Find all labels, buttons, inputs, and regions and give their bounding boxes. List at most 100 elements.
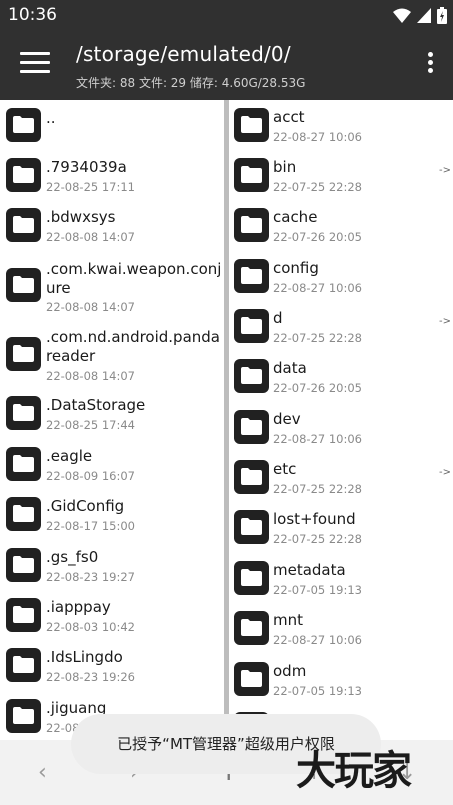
file-date: 22-08-08 14:07 — [46, 230, 135, 244]
clock: 10:36 — [8, 5, 57, 25]
list-item[interactable]: metadata 22-07-05 19:13 — [229, 553, 453, 603]
list-item[interactable]: cache 22-07-26 20:05 — [229, 200, 453, 250]
list-item[interactable]: mnt 22-08-27 10:06 — [229, 603, 453, 653]
folder-icon — [234, 158, 269, 192]
file-name: d — [273, 309, 283, 327]
list-item[interactable]: etc 22-07-25 22:28 -> — [229, 452, 453, 502]
file-name: .GidConfig — [46, 497, 125, 515]
list-item[interactable]: dev 22-08-27 10:06 — [229, 402, 453, 452]
app-toolbar: /storage/emulated/0/ 文件夹: 88 文件: 29 储存: … — [0, 32, 453, 100]
file-date: 22-07-25 22:28 — [273, 532, 362, 546]
file-name: bin — [273, 158, 297, 176]
list-item[interactable]: config 22-08-27 10:06 — [229, 251, 453, 301]
folder-icon — [6, 548, 41, 582]
status-icons — [393, 7, 447, 24]
file-name: config — [273, 259, 319, 277]
folder-icon — [6, 337, 41, 371]
folder-icon — [234, 460, 269, 494]
file-name: .iapppay — [46, 598, 111, 616]
folder-icon — [6, 108, 41, 142]
file-name: .eagle — [46, 447, 93, 465]
folder-icon — [6, 648, 41, 682]
file-name: data — [273, 359, 307, 377]
file-name: mnt — [273, 611, 303, 629]
list-item[interactable]: .7934039a 22-08-25 17:11 — [0, 150, 224, 200]
folder-icon — [6, 396, 41, 430]
folder-icon — [6, 268, 41, 302]
file-date: 22-08-03 10:42 — [46, 620, 135, 634]
folder-icon — [234, 108, 269, 142]
file-date: 22-08-25 17:11 — [46, 180, 135, 194]
battery-charging-icon — [437, 7, 447, 24]
list-item[interactable]: data 22-07-26 20:05 — [229, 351, 453, 401]
left-file-pane[interactable]: .. .7934039a 22-08-25 17:11 .bdwxsys 22-… — [0, 100, 224, 740]
file-name: .com.nd.android.pandareader — [46, 328, 220, 365]
hamburger-menu-icon[interactable] — [20, 52, 50, 78]
file-name: .bdwxsys — [46, 208, 116, 226]
file-name: metadata — [273, 561, 346, 579]
signal-icon — [417, 8, 431, 23]
back-button[interactable]: ‹ — [38, 760, 47, 785]
list-item[interactable]: .DataStorage 22-08-25 17:44 — [0, 388, 224, 438]
file-date: 22-08-08 14:07 — [46, 300, 135, 314]
file-name: .7934039a — [46, 158, 127, 176]
list-item[interactable]: .com.kwai.weapon.conjure 22-08-08 14:07 — [0, 252, 224, 318]
right-file-pane[interactable]: acct 22-08-27 10:06 bin 22-07-25 22:28 -… — [229, 100, 453, 740]
folder-icon — [6, 158, 41, 192]
file-date: 22-08-25 17:44 — [46, 418, 135, 432]
list-item[interactable]: .bdwxsys 22-08-08 14:07 — [0, 200, 224, 250]
file-name: dev — [273, 410, 301, 428]
folder-icon — [234, 359, 269, 393]
file-date: 22-07-25 22:28 — [273, 180, 362, 194]
folder-icon — [234, 208, 269, 242]
list-item[interactable]: .eagle 22-08-09 16:07 — [0, 439, 224, 489]
list-item[interactable]: .com.nd.android.pandareader 22-08-08 14:… — [0, 321, 224, 387]
file-name: .IdsLingdo — [46, 648, 123, 666]
list-item[interactable]: odm 22-07-05 19:13 — [229, 654, 453, 704]
folder-icon — [234, 561, 269, 595]
file-name: .. — [46, 109, 56, 127]
symlink-indicator: -> — [439, 316, 451, 327]
file-name: .com.kwai.weapon.conjure — [46, 260, 222, 297]
wifi-icon — [393, 8, 411, 23]
symlink-indicator: -> — [439, 165, 451, 176]
folder-icon — [234, 611, 269, 645]
folder-icon — [6, 598, 41, 632]
list-item[interactable]: lost+found 22-07-25 22:28 — [229, 502, 453, 552]
file-name: .gs_fs0 — [46, 548, 99, 566]
file-date: 22-07-05 19:13 — [273, 583, 362, 597]
folder-icon — [234, 410, 269, 444]
status-bar: 10:36 — [0, 0, 453, 32]
list-item[interactable]: bin 22-07-25 22:28 -> — [229, 150, 453, 200]
folder-icon — [6, 699, 41, 733]
more-vertical-icon[interactable] — [425, 52, 435, 78]
file-name: etc — [273, 460, 297, 478]
list-item[interactable]: .. — [0, 100, 224, 148]
list-item[interactable]: .iapppay 22-08-03 10:42 — [0, 590, 224, 640]
list-item[interactable]: .GidConfig 22-08-17 15:00 — [0, 489, 224, 539]
symlink-indicator: -> — [439, 467, 451, 478]
file-name: lost+found — [273, 510, 356, 528]
list-item[interactable]: .gs_fs0 22-08-23 19:27 — [0, 540, 224, 590]
list-item[interactable]: d 22-07-25 22:28 -> — [229, 301, 453, 351]
file-name: .DataStorage — [46, 396, 146, 414]
folder-icon — [234, 510, 269, 544]
watermark-logo: 大玩家 — [296, 748, 412, 794]
file-date: 22-08-23 19:26 — [46, 670, 135, 684]
file-date: 22-07-26 20:05 — [273, 230, 362, 244]
list-item[interactable]: .IdsLingdo 22-08-23 19:26 — [0, 640, 224, 690]
file-name: acct — [273, 108, 305, 126]
file-date: 22-08-27 10:06 — [273, 281, 362, 295]
file-date: 22-07-26 20:05 — [273, 381, 362, 395]
file-name: cache — [273, 208, 318, 226]
file-date: 22-08-08 14:07 — [46, 369, 135, 383]
file-date: 22-07-05 19:13 — [273, 684, 362, 698]
storage-summary: 文件夹: 88 文件: 29 储存: 4.60G/28.53G — [76, 76, 306, 90]
file-name: odm — [273, 662, 307, 680]
file-date: 22-08-17 15:00 — [46, 519, 135, 533]
folder-icon — [234, 259, 269, 293]
file-date: 22-08-27 10:06 — [273, 633, 362, 647]
list-item[interactable]: acct 22-08-27 10:06 — [229, 100, 453, 150]
folder-icon — [6, 497, 41, 531]
file-date: 22-07-25 22:28 — [273, 331, 362, 345]
